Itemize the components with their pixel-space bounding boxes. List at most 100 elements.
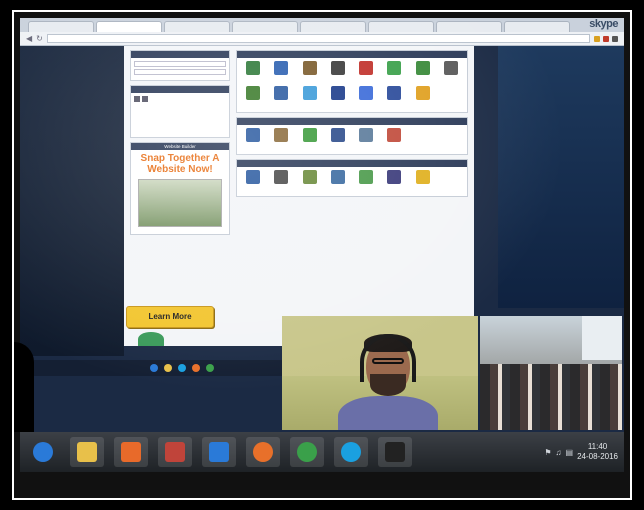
ie-taskbar-button[interactable]: [26, 437, 60, 467]
app-shortcut[interactable]: [353, 61, 379, 84]
browser-tab[interactable]: [28, 21, 94, 32]
url-input[interactable]: [46, 34, 590, 43]
app-shortcut[interactable]: [381, 86, 407, 109]
flag-icon[interactable]: ⚑: [544, 448, 551, 457]
app-shortcut[interactable]: [410, 61, 436, 84]
media-player-taskbar-button[interactable]: [114, 437, 148, 467]
app-shortcut[interactable]: [353, 86, 379, 109]
next-icon[interactable]: [142, 96, 148, 102]
chrome-taskbar-button[interactable]: [290, 437, 324, 467]
app-icon: [359, 61, 374, 75]
app-icon: [274, 86, 289, 100]
search-box-heading: [131, 51, 229, 58]
app-icon: [387, 61, 402, 75]
video-call-main: [282, 316, 478, 430]
app-icon: [246, 61, 261, 75]
outlook-icon: [165, 442, 185, 462]
app-icon: [330, 61, 345, 75]
leaf-logo-icon: [138, 332, 164, 346]
app-shortcut[interactable]: [240, 61, 266, 84]
app-icon: [415, 170, 430, 184]
app-shortcut[interactable]: [325, 61, 351, 84]
search-input[interactable]: [134, 61, 226, 67]
app-icon: [302, 128, 317, 142]
outlook-taskbar-button[interactable]: [158, 437, 192, 467]
app-icon: [274, 61, 289, 75]
cmd-taskbar-button[interactable]: [378, 437, 412, 467]
app-icon: [387, 170, 402, 184]
app-shortcut[interactable]: [353, 128, 379, 151]
browser-tab[interactable]: [436, 21, 502, 32]
skype-taskbar-button[interactable]: [334, 437, 368, 467]
announcements-heading: [131, 86, 229, 93]
volume-icon[interactable]: ♫: [556, 448, 562, 457]
prev-icon[interactable]: [134, 96, 140, 102]
app-icon: [274, 170, 289, 184]
hp-icon: [209, 442, 229, 462]
app-icon: [387, 128, 402, 142]
skype-icon: [178, 364, 186, 372]
app-shortcut[interactable]: [268, 86, 294, 109]
skype-icon: [341, 442, 361, 462]
browser-tab[interactable]: [504, 21, 570, 32]
network-icon[interactable]: ▤: [566, 448, 574, 457]
app-shortcut[interactable]: [297, 170, 323, 193]
folder-taskbar-button[interactable]: [70, 437, 104, 467]
browser-tab[interactable]: [232, 21, 298, 32]
menu-icon[interactable]: [612, 35, 618, 42]
app-shortcut[interactable]: [381, 61, 407, 84]
browser-tab[interactable]: [300, 21, 366, 32]
windows-taskbar: ⚑ ♫ ▤ 11:40 24-08-2016: [20, 432, 624, 472]
photo-border: skype ◀ ↻ Website Builder Snap Together …: [12, 10, 632, 500]
star-icon[interactable]: [594, 35, 600, 42]
clock[interactable]: 11:40 24-08-2016: [577, 442, 618, 462]
firefox-taskbar-button[interactable]: [246, 437, 280, 467]
app-shortcut[interactable]: [268, 170, 294, 193]
app-shortcut[interactable]: [410, 86, 436, 109]
hp-taskbar-button[interactable]: [202, 437, 236, 467]
cmd-icon: [385, 442, 405, 462]
clock-time: 11:40: [587, 442, 608, 451]
browser-tab[interactable]: [164, 21, 230, 32]
app-icon: [443, 61, 458, 75]
announcement-link[interactable]: [134, 105, 226, 113]
builder-screenshot: [138, 179, 222, 227]
caller-body: [338, 396, 438, 430]
search-input-2[interactable]: [134, 69, 226, 75]
desktop-left-panel: [20, 46, 124, 356]
learn-more-button[interactable]: Learn More: [126, 306, 214, 328]
extension-icon[interactable]: [603, 35, 609, 42]
back-icon[interactable]: ◀: [26, 34, 32, 43]
app-shortcut[interactable]: [325, 86, 351, 109]
video-call-self-view: [480, 316, 622, 430]
app-shortcut[interactable]: [240, 128, 266, 151]
app-shortcut[interactable]: [410, 170, 436, 193]
app-shortcut[interactable]: [268, 61, 294, 84]
app-shortcut[interactable]: [381, 170, 407, 193]
app-shortcut[interactable]: [325, 170, 351, 193]
app-icon: [274, 128, 289, 142]
firefox-icon: [192, 364, 200, 372]
app-shortcut[interactable]: [297, 86, 323, 109]
browser-tab[interactable]: [368, 21, 434, 32]
app-shortcut[interactable]: [325, 128, 351, 151]
icon-section: [236, 50, 468, 113]
reload-icon[interactable]: ↻: [36, 34, 43, 43]
desktop-right-panel: [498, 46, 624, 308]
browser-tab[interactable]: [96, 21, 162, 32]
app-shortcut[interactable]: [268, 128, 294, 151]
announcements-box: [130, 85, 230, 138]
app-shortcut[interactable]: [297, 61, 323, 84]
icon-section: [236, 159, 468, 197]
app-shortcut[interactable]: [353, 170, 379, 193]
section-heading: [237, 51, 467, 58]
announcement-link-2[interactable]: [134, 113, 226, 121]
app-icon: [359, 170, 374, 184]
app-shortcut[interactable]: [438, 61, 464, 84]
firefox-icon: [253, 442, 273, 462]
app-shortcut[interactable]: [240, 86, 266, 109]
app-shortcut[interactable]: [297, 128, 323, 151]
app-shortcut[interactable]: [381, 128, 407, 151]
app-shortcut[interactable]: [240, 170, 266, 193]
app-icon: [387, 86, 402, 100]
